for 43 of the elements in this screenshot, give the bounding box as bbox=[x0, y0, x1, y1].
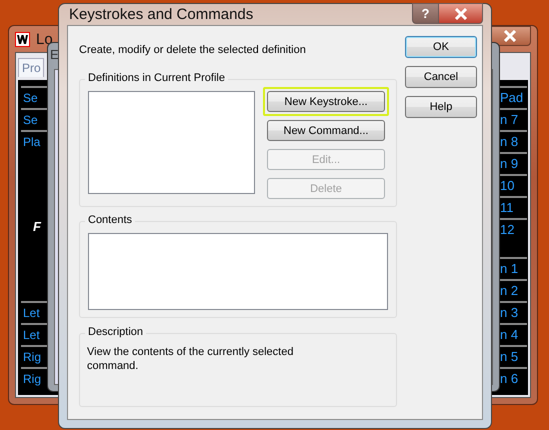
list-item[interactable]: n 7 bbox=[500, 110, 518, 130]
list-item[interactable]: n 4 bbox=[500, 325, 518, 345]
list-item[interactable]: n 6 bbox=[500, 369, 518, 389]
close-icon bbox=[503, 30, 517, 42]
list-item[interactable]: Se bbox=[21, 88, 38, 108]
close-button[interactable] bbox=[489, 26, 531, 46]
dialog-button[interactable]: Help bbox=[405, 96, 477, 118]
list-item[interactable]: Let bbox=[21, 325, 40, 345]
window-title: E bbox=[50, 47, 59, 64]
action-button[interactable]: New Command... bbox=[267, 120, 385, 141]
list-item[interactable]: n 3 bbox=[500, 303, 518, 323]
contents-field[interactable] bbox=[88, 233, 388, 310]
list-item[interactable]: n 8 bbox=[500, 132, 518, 152]
close-icon bbox=[454, 8, 468, 20]
group-label: Description bbox=[85, 326, 146, 338]
description-text: View the contents of the currently selected command. bbox=[87, 345, 294, 373]
list-item[interactable]: n 2 bbox=[500, 281, 518, 301]
dialog-title: Keystrokes and Commands bbox=[68, 6, 254, 23]
list-item[interactable]: n 5 bbox=[500, 347, 518, 367]
app-logo-icon bbox=[15, 32, 30, 46]
banner-text: F bbox=[32, 219, 41, 234]
group-label: Contents bbox=[85, 214, 136, 226]
help-button[interactable]: ? bbox=[412, 3, 439, 24]
list-item[interactable]: Rig bbox=[21, 369, 42, 389]
list-item[interactable]: Rig bbox=[21, 347, 42, 367]
list-item[interactable]: n 1 bbox=[500, 259, 518, 279]
list-item[interactable]: 11 bbox=[500, 198, 514, 218]
instruction-text: Create, modify or delete the selected definition bbox=[79, 43, 307, 58]
list-item[interactable]: Pad bbox=[500, 88, 524, 108]
dialog-button[interactable]: Cancel bbox=[405, 66, 477, 88]
list-item[interactable]: 12 bbox=[500, 220, 514, 240]
list-item[interactable]: Pla bbox=[21, 132, 40, 152]
definitions-list[interactable] bbox=[88, 91, 255, 194]
group-label: Definitions in Current Profile bbox=[85, 72, 228, 84]
list-item[interactable]: 10 bbox=[500, 176, 514, 196]
tab[interactable]: Pro bbox=[18, 58, 44, 77]
list-item[interactable]: Se bbox=[21, 110, 38, 130]
dialog-button[interactable]: OK bbox=[405, 36, 477, 58]
list-item[interactable]: n 9 bbox=[500, 154, 518, 174]
close-button[interactable] bbox=[439, 3, 483, 24]
action-button[interactable]: New Keystroke... bbox=[267, 91, 385, 112]
window-title: Lo bbox=[36, 30, 53, 48]
list-item[interactable]: Let bbox=[21, 303, 40, 323]
